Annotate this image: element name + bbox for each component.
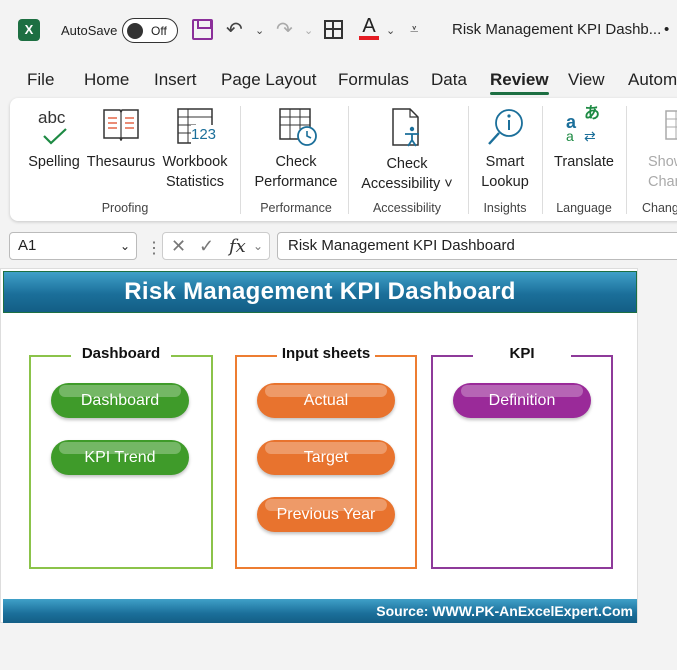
workbook-label-1: Workbook bbox=[162, 154, 228, 170]
definition-button[interactable]: Definition bbox=[453, 383, 591, 418]
thesaurus-button[interactable]: Thesaurus bbox=[86, 100, 156, 198]
smart-lookup-icon bbox=[474, 100, 536, 152]
show-changes-label-2: Chang bbox=[648, 174, 677, 190]
thesaurus-label: Thesaurus bbox=[86, 154, 156, 170]
chevron-down-icon[interactable]: ⌄ bbox=[120, 233, 130, 259]
check-performance-label-1: Check bbox=[275, 154, 317, 170]
formula-controls: ✕ ✓ fx ⌄ bbox=[162, 232, 270, 260]
accessibility-icon bbox=[354, 100, 460, 154]
translate-icon: a あ a ⇄ bbox=[566, 105, 601, 144]
section-title: Dashboard bbox=[81, 345, 161, 362]
group-performance: Performance bbox=[260, 201, 332, 215]
kpi-section: KPI Definition bbox=[431, 345, 613, 569]
kpi-trend-button[interactable]: KPI Trend bbox=[51, 440, 189, 475]
section-title: KPI bbox=[509, 345, 535, 362]
show-changes-icon bbox=[648, 100, 677, 152]
autosave-state: Off bbox=[151, 24, 167, 38]
toggle-knob bbox=[127, 22, 143, 39]
tab-review[interactable]: Review bbox=[490, 70, 549, 95]
more-icon[interactable]: ⋮ bbox=[146, 238, 162, 258]
check-accessibility-label-1: Check bbox=[386, 156, 428, 172]
title-dot: • bbox=[664, 21, 670, 38]
title-bar: X AutoSave Off ↶ ⌄ ↷ ⌄ A ⌄ ⩡ Risk Manage… bbox=[0, 0, 677, 62]
show-changes-button[interactable]: Show Chang bbox=[632, 100, 677, 198]
section-title: Input sheets bbox=[281, 345, 371, 362]
smart-lookup-button[interactable]: Smart Lookup bbox=[474, 100, 536, 198]
enter-icon[interactable]: ✓ bbox=[199, 236, 214, 257]
spelling-button[interactable]: abc Spelling bbox=[24, 100, 84, 198]
borders-icon[interactable] bbox=[324, 20, 343, 39]
spelling-label: Spelling bbox=[28, 154, 80, 170]
group-proofing: Proofing bbox=[101, 201, 149, 215]
autosave-label: AutoSave bbox=[61, 23, 118, 38]
previous-year-button[interactable]: Previous Year bbox=[257, 497, 395, 532]
group-language: Language bbox=[556, 201, 612, 215]
sheet-background bbox=[638, 268, 677, 670]
separator bbox=[468, 106, 469, 214]
tab-insert[interactable]: Insert bbox=[154, 70, 197, 90]
name-box[interactable]: A1 ⌄ bbox=[9, 232, 137, 260]
tab-data[interactable]: Data bbox=[431, 70, 467, 90]
separator bbox=[542, 106, 543, 214]
excel-icon: X bbox=[18, 19, 40, 41]
check-performance-button[interactable]: Check Performance bbox=[248, 100, 344, 198]
insert-function-icon[interactable]: fx bbox=[229, 236, 246, 257]
name-box-value: A1 bbox=[18, 237, 37, 254]
actual-button[interactable]: Actual bbox=[257, 383, 395, 418]
translate-label: Translate bbox=[554, 154, 614, 170]
separator bbox=[240, 106, 241, 214]
customize-toolbar-icon[interactable]: ⩡ bbox=[410, 16, 418, 44]
check-accessibility-button[interactable]: Check Accessibility ˅ bbox=[354, 100, 460, 198]
book-icon bbox=[86, 100, 156, 152]
input-sheets-section: Input sheets Actual Target Previous Year bbox=[235, 345, 417, 569]
redo-dropdown-icon[interactable]: ⌄ bbox=[304, 17, 313, 45]
font-color-dropdown-icon[interactable]: ⌄ bbox=[386, 17, 395, 45]
target-button[interactable]: Target bbox=[257, 440, 395, 475]
ribbon-tabs: File Home Insert Page Layout Formulas Da… bbox=[0, 62, 677, 96]
document-title: Risk Management KPI Dashb... bbox=[452, 21, 662, 38]
tab-formulas[interactable]: Formulas bbox=[338, 70, 409, 90]
check-accessibility-label-2: Accessibility ˅ bbox=[361, 176, 453, 192]
dashboard-button[interactable]: Dashboard bbox=[51, 383, 189, 418]
tab-file[interactable]: File bbox=[27, 70, 54, 90]
workbook-statistics-icon: 123 bbox=[158, 100, 232, 152]
separator bbox=[348, 106, 349, 214]
tab-view[interactable]: View bbox=[568, 70, 605, 90]
redo-icon[interactable]: ↷ bbox=[276, 16, 293, 44]
check-performance-label-2: Performance bbox=[254, 174, 338, 190]
tab-page-layout[interactable]: Page Layout bbox=[221, 70, 316, 90]
undo-dropdown-icon[interactable]: ⌄ bbox=[255, 17, 264, 45]
smart-lookup-label-1: Smart bbox=[485, 154, 525, 170]
separator bbox=[626, 106, 627, 214]
source-footer: Source: WWW.PK-AnExcelExpert.Com bbox=[3, 599, 637, 623]
formula-bar: A1 ⌄ ⋮ ✕ ✓ fx ⌄ Risk Management KPI Dash… bbox=[0, 226, 677, 266]
workbook-statistics-button[interactable]: 123 Workbook Statistics bbox=[158, 100, 232, 198]
dashboard-title[interactable]: Risk Management KPI Dashboard bbox=[3, 271, 637, 313]
autosave-toggle[interactable]: Off bbox=[122, 18, 178, 43]
sheet-canvas: Risk Management KPI Dashboard Dashboard … bbox=[0, 268, 638, 623]
smart-lookup-label-2: Lookup bbox=[481, 174, 529, 190]
workbook-label-2: Statistics bbox=[165, 174, 224, 190]
check-performance-icon bbox=[248, 100, 344, 152]
spelling-icon: abc bbox=[24, 100, 84, 152]
save-icon[interactable] bbox=[192, 19, 213, 40]
ribbon: abc Spelling Thesaurus 123 Workbook Stat… bbox=[10, 98, 677, 221]
group-accessibility: Accessibility bbox=[372, 201, 442, 215]
cancel-icon[interactable]: ✕ bbox=[171, 236, 186, 257]
undo-icon[interactable]: ↶ bbox=[226, 16, 243, 44]
font-color-icon[interactable]: A bbox=[359, 15, 379, 40]
tab-automate[interactable]: Autom bbox=[628, 70, 677, 90]
chevron-down-icon[interactable]: ⌄ bbox=[253, 239, 263, 253]
group-changes: Chang bbox=[642, 201, 677, 215]
group-insights: Insights bbox=[483, 201, 527, 215]
translate-button[interactable]: a あ a ⇄ Translate bbox=[548, 100, 620, 198]
formula-input[interactable]: Risk Management KPI Dashboard bbox=[277, 232, 677, 260]
tab-home[interactable]: Home bbox=[84, 70, 129, 90]
show-changes-label-1: Show bbox=[648, 154, 677, 170]
dashboard-section: Dashboard Dashboard KPI Trend bbox=[29, 345, 213, 569]
